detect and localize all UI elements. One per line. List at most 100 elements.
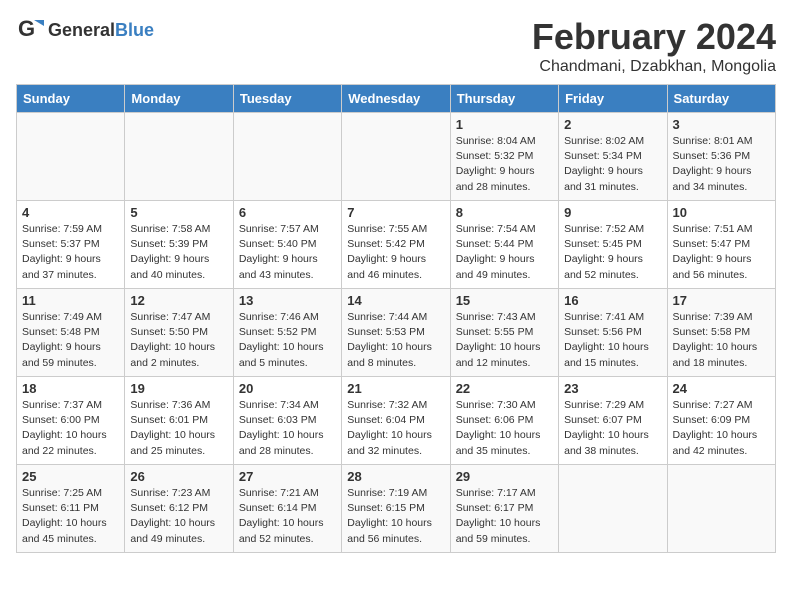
day-number: 18 xyxy=(22,381,119,396)
day-header-wednesday: Wednesday xyxy=(342,85,450,113)
calendar-cell: 27 Sunrise: 7:21 AM Sunset: 6:14 PM Dayli… xyxy=(233,465,341,553)
day-info: Sunrise: 7:51 AM Sunset: 5:47 PM Dayligh… xyxy=(673,222,770,283)
day-number: 5 xyxy=(130,205,227,220)
day-number: 1 xyxy=(456,117,553,132)
day-info: Sunrise: 7:25 AM Sunset: 6:11 PM Dayligh… xyxy=(22,486,119,547)
day-info: Sunrise: 7:52 AM Sunset: 5:45 PM Dayligh… xyxy=(564,222,661,283)
week-row-3: 11 Sunrise: 7:49 AM Sunset: 5:48 PM Dayli… xyxy=(17,289,776,377)
day-info: Sunrise: 7:17 AM Sunset: 6:17 PM Dayligh… xyxy=(456,486,553,547)
day-info: Sunrise: 7:23 AM Sunset: 6:12 PM Dayligh… xyxy=(130,486,227,547)
calendar-cell: 16 Sunrise: 7:41 AM Sunset: 5:56 PM Dayli… xyxy=(559,289,667,377)
day-number: 16 xyxy=(564,293,661,308)
calendar-cell: 11 Sunrise: 7:49 AM Sunset: 5:48 PM Dayli… xyxy=(17,289,125,377)
day-number: 22 xyxy=(456,381,553,396)
day-number: 10 xyxy=(673,205,770,220)
day-number: 26 xyxy=(130,469,227,484)
day-info: Sunrise: 8:04 AM Sunset: 5:32 PM Dayligh… xyxy=(456,134,553,195)
day-number: 13 xyxy=(239,293,336,308)
calendar-cell: 7Sunrise: 7:55 AM Sunset: 5:42 PM Daylig… xyxy=(342,201,450,289)
header-row: SundayMondayTuesdayWednesdayThursdayFrid… xyxy=(17,85,776,113)
calendar-cell: 15 Sunrise: 7:43 AM Sunset: 5:55 PM Dayli… xyxy=(450,289,558,377)
day-info: Sunrise: 7:39 AM Sunset: 5:58 PM Dayligh… xyxy=(673,310,770,371)
day-info: Sunrise: 7:54 AM Sunset: 5:44 PM Dayligh… xyxy=(456,222,553,283)
day-info: Sunrise: 7:49 AM Sunset: 5:48 PM Dayligh… xyxy=(22,310,119,371)
calendar-table: SundayMondayTuesdayWednesdayThursdayFrid… xyxy=(16,84,776,553)
week-row-4: 18 Sunrise: 7:37 AM Sunset: 6:00 PM Dayli… xyxy=(17,377,776,465)
day-number: 6 xyxy=(239,205,336,220)
logo-icon: G xyxy=(16,16,44,44)
calendar-cell: 8 Sunrise: 7:54 AM Sunset: 5:44 PM Daylig… xyxy=(450,201,558,289)
week-row-5: 25 Sunrise: 7:25 AM Sunset: 6:11 PM Dayli… xyxy=(17,465,776,553)
day-number: 21 xyxy=(347,381,444,396)
day-header-saturday: Saturday xyxy=(667,85,775,113)
day-number: 4 xyxy=(22,205,119,220)
day-number: 25 xyxy=(22,469,119,484)
day-info: Sunrise: 7:32 AM Sunset: 6:04 PM Dayligh… xyxy=(347,398,444,459)
calendar-cell xyxy=(667,465,775,553)
day-number: 15 xyxy=(456,293,553,308)
day-header-friday: Friday xyxy=(559,85,667,113)
day-header-sunday: Sunday xyxy=(17,85,125,113)
day-info: Sunrise: 8:01 AM Sunset: 5:36 PM Dayligh… xyxy=(673,134,770,195)
calendar-cell: 9Sunrise: 7:52 AM Sunset: 5:45 PM Daylig… xyxy=(559,201,667,289)
calendar-cell: 10 Sunrise: 7:51 AM Sunset: 5:47 PM Dayli… xyxy=(667,201,775,289)
day-info: Sunrise: 7:47 AM Sunset: 5:50 PM Dayligh… xyxy=(130,310,227,371)
day-info: Sunrise: 7:34 AM Sunset: 6:03 PM Dayligh… xyxy=(239,398,336,459)
calendar-cell xyxy=(342,113,450,201)
calendar-cell: 22 Sunrise: 7:30 AM Sunset: 6:06 PM Dayli… xyxy=(450,377,558,465)
calendar-cell xyxy=(125,113,233,201)
day-number: 29 xyxy=(456,469,553,484)
calendar-cell: 3Sunrise: 8:01 AM Sunset: 5:36 PM Daylig… xyxy=(667,113,775,201)
calendar-cell: 14 Sunrise: 7:44 AM Sunset: 5:53 PM Dayli… xyxy=(342,289,450,377)
day-header-tuesday: Tuesday xyxy=(233,85,341,113)
calendar-cell: 29 Sunrise: 7:17 AM Sunset: 6:17 PM Dayli… xyxy=(450,465,558,553)
day-info: Sunrise: 7:19 AM Sunset: 6:15 PM Dayligh… xyxy=(347,486,444,547)
week-row-1: 1 Sunrise: 8:04 AM Sunset: 5:32 PM Daylig… xyxy=(17,113,776,201)
calendar-cell: 23Sunrise: 7:29 AM Sunset: 6:07 PM Dayli… xyxy=(559,377,667,465)
calendar-cell: 24 Sunrise: 7:27 AM Sunset: 6:09 PM Dayli… xyxy=(667,377,775,465)
calendar-cell: 17 Sunrise: 7:39 AM Sunset: 5:58 PM Dayli… xyxy=(667,289,775,377)
day-number: 19 xyxy=(130,381,227,396)
calendar-cell: 4 Sunrise: 7:59 AM Sunset: 5:37 PM Daylig… xyxy=(17,201,125,289)
calendar-cell: 6Sunrise: 7:57 AM Sunset: 5:40 PM Daylig… xyxy=(233,201,341,289)
calendar-cell: 19Sunrise: 7:36 AM Sunset: 6:01 PM Dayli… xyxy=(125,377,233,465)
calendar-cell: 26 Sunrise: 7:23 AM Sunset: 6:12 PM Dayli… xyxy=(125,465,233,553)
calendar-cell: 25 Sunrise: 7:25 AM Sunset: 6:11 PM Dayli… xyxy=(17,465,125,553)
calendar-cell: 28Sunrise: 7:19 AM Sunset: 6:15 PM Dayli… xyxy=(342,465,450,553)
calendar-cell: 2Sunrise: 8:02 AM Sunset: 5:34 PM Daylig… xyxy=(559,113,667,201)
calendar-cell xyxy=(17,113,125,201)
calendar-cell: 21 Sunrise: 7:32 AM Sunset: 6:04 PM Dayli… xyxy=(342,377,450,465)
day-info: Sunrise: 7:37 AM Sunset: 6:00 PM Dayligh… xyxy=(22,398,119,459)
day-info: Sunrise: 7:30 AM Sunset: 6:06 PM Dayligh… xyxy=(456,398,553,459)
day-number: 11 xyxy=(22,293,119,308)
day-number: 24 xyxy=(673,381,770,396)
calendar-cell: 13 Sunrise: 7:46 AM Sunset: 5:52 PM Dayli… xyxy=(233,289,341,377)
day-info: Sunrise: 7:46 AM Sunset: 5:52 PM Dayligh… xyxy=(239,310,336,371)
calendar-cell: 18 Sunrise: 7:37 AM Sunset: 6:00 PM Dayli… xyxy=(17,377,125,465)
logo: G GeneralBlue xyxy=(16,16,154,44)
day-info: Sunrise: 7:44 AM Sunset: 5:53 PM Dayligh… xyxy=(347,310,444,371)
calendar-cell xyxy=(559,465,667,553)
day-number: 17 xyxy=(673,293,770,308)
day-number: 12 xyxy=(130,293,227,308)
day-info: Sunrise: 7:59 AM Sunset: 5:37 PM Dayligh… xyxy=(22,222,119,283)
day-info: Sunrise: 7:21 AM Sunset: 6:14 PM Dayligh… xyxy=(239,486,336,547)
logo-general: General xyxy=(48,20,115,40)
header: G GeneralBlue February 2024 Chandmani, D… xyxy=(16,16,776,76)
day-number: 8 xyxy=(456,205,553,220)
calendar-cell: 12 Sunrise: 7:47 AM Sunset: 5:50 PM Dayli… xyxy=(125,289,233,377)
day-number: 14 xyxy=(347,293,444,308)
day-info: Sunrise: 7:43 AM Sunset: 5:55 PM Dayligh… xyxy=(456,310,553,371)
title-area: February 2024 Chandmani, Dzabkhan, Mongo… xyxy=(532,16,776,76)
day-number: 7 xyxy=(347,205,444,220)
day-info: Sunrise: 8:02 AM Sunset: 5:34 PM Dayligh… xyxy=(564,134,661,195)
day-info: Sunrise: 7:41 AM Sunset: 5:56 PM Dayligh… xyxy=(564,310,661,371)
day-info: Sunrise: 7:27 AM Sunset: 6:09 PM Dayligh… xyxy=(673,398,770,459)
day-number: 20 xyxy=(239,381,336,396)
calendar-cell: 1 Sunrise: 8:04 AM Sunset: 5:32 PM Daylig… xyxy=(450,113,558,201)
subtitle: Chandmani, Dzabkhan, Mongolia xyxy=(532,58,776,76)
week-row-2: 4 Sunrise: 7:59 AM Sunset: 5:37 PM Daylig… xyxy=(17,201,776,289)
day-number: 27 xyxy=(239,469,336,484)
day-header-thursday: Thursday xyxy=(450,85,558,113)
day-info: Sunrise: 7:58 AM Sunset: 5:39 PM Dayligh… xyxy=(130,222,227,283)
